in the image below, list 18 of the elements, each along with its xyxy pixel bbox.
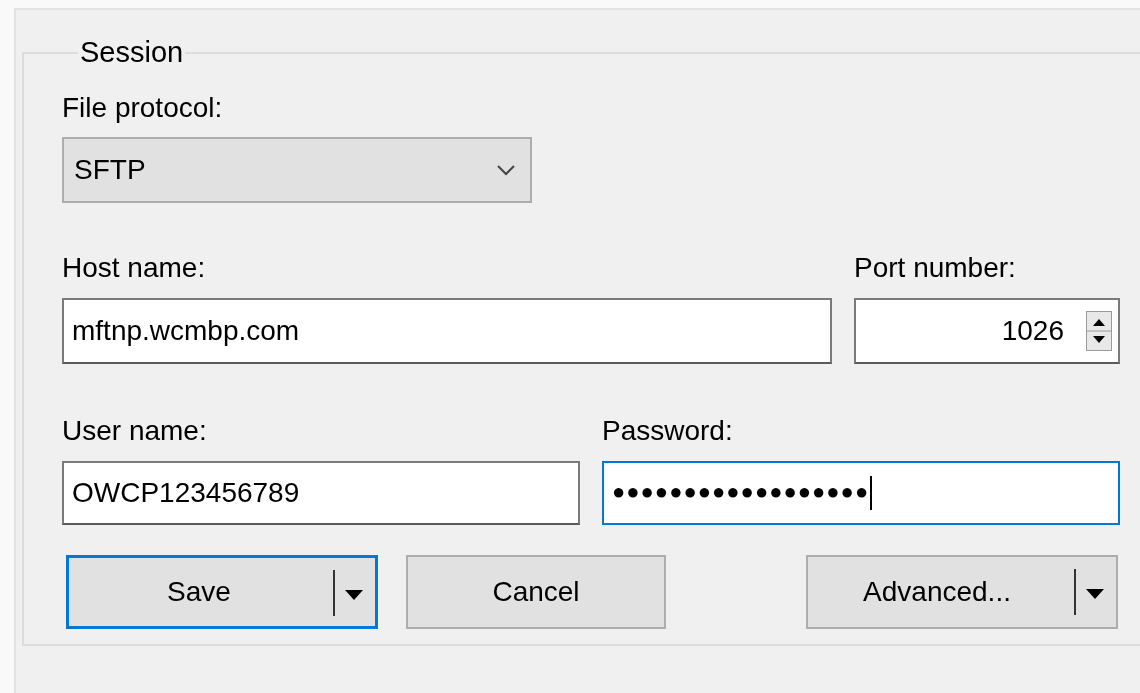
field-label: Host name:: [62, 251, 207, 285]
field-label: Port number:: [854, 251, 1017, 285]
field-label: User name:: [62, 414, 208, 448]
split-button[interactable]: Save: [66, 555, 378, 629]
caret-icon: [345, 590, 363, 600]
user-field[interactable]: OWCP123456789: [62, 461, 580, 525]
button[interactable]: Cancel: [406, 555, 666, 629]
field-label: File protocol:: [62, 91, 224, 125]
chevron-icon: [496, 164, 516, 176]
host-field[interactable]: mftnp.wcmbp.com: [62, 298, 832, 364]
field-label: Password:: [602, 414, 734, 448]
protocol-dropdown[interactable]: SFTP: [62, 137, 532, 203]
caret-icon: [1086, 589, 1104, 599]
group-title: Session: [79, 36, 185, 69]
split-button[interactable]: Advanced...: [806, 555, 1118, 629]
spin-buttons-icon[interactable]: [1086, 311, 1112, 351]
port-field[interactable]: 1026: [854, 298, 1120, 364]
password-field[interactable]: ●●●●●●●●●●●●●●●●●●: [602, 461, 1120, 525]
